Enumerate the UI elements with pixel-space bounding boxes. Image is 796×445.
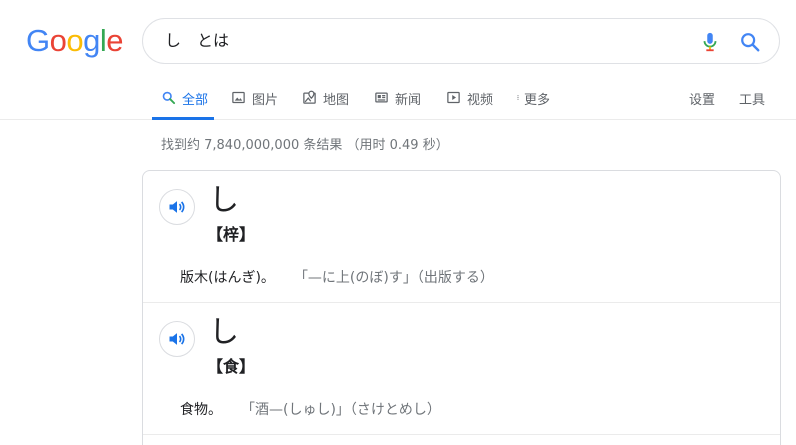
speaker-icon — [169, 333, 185, 345]
tab-label: 设置 — [689, 93, 716, 108]
tab-settings[interactable]: 设置 — [689, 80, 715, 120]
dictionary-entry: し 【食】 食物。 「酒—(しゅし)」（さけとめし） — [143, 303, 780, 435]
search-input[interactable] — [165, 19, 685, 63]
headword: し — [209, 183, 239, 218]
definition: 版木(はんぎ)。 「—に上(のぼ)す」（出版する） — [180, 267, 494, 287]
tab-label: 新闻 — [395, 93, 422, 108]
logo-letter: o — [66, 23, 84, 58]
logo-letter: e — [106, 23, 124, 58]
microphone-icon[interactable] — [699, 30, 721, 54]
definition: 食物。 「酒—(しゅし)」（さけとめし） — [180, 399, 441, 419]
image-icon — [232, 91, 245, 104]
tab-more[interactable]: 更多 — [515, 80, 550, 120]
dictionary-card: し 【梓】 版木(はんぎ)。 「—に上(のぼ)す」（出版する） し 【食】 食物。… — [142, 170, 781, 445]
tab-news[interactable]: 新闻 — [374, 80, 421, 120]
more-vert-icon — [517, 95, 519, 100]
kanji-notation: 【梓】 — [207, 225, 256, 244]
search-icon[interactable] — [739, 31, 761, 53]
dictionary-entry: し 【梓】 版木(はんぎ)。 「—に上(のぼ)す」（出版する） — [143, 171, 780, 303]
tab-tools[interactable]: 工具 — [739, 80, 765, 120]
search-box — [142, 18, 780, 64]
tab-images[interactable]: 图片 — [231, 80, 278, 120]
search-icon — [162, 91, 176, 105]
tab-label: 地图 — [323, 93, 350, 108]
tab-maps[interactable]: 地图 — [302, 80, 349, 120]
tab-videos[interactable]: 视频 — [446, 80, 493, 120]
speaker-icon — [169, 201, 185, 213]
play-icon — [447, 91, 460, 104]
tab-label: 视频 — [467, 93, 494, 108]
map-icon — [303, 90, 316, 104]
news-icon — [375, 92, 388, 103]
definition-text: 版木(はんぎ)。 — [180, 270, 275, 286]
tab-all[interactable]: 全部 — [152, 80, 215, 120]
kanji-notation: 【食】 — [207, 357, 256, 376]
headword: し — [209, 315, 239, 350]
logo-letter: o — [49, 23, 67, 58]
tab-label: 工具 — [739, 93, 766, 108]
search-results-page: Google 全部 图片 — [0, 0, 796, 445]
definition-text: 食物。 — [180, 402, 222, 418]
logo-letter: G — [26, 23, 50, 58]
usage-example: 「—に上(のぼ)す」（出版する） — [300, 270, 494, 286]
search-tabs: 全部 图片 地图 新闻 视频 更多 设置 工具 — [0, 80, 796, 120]
google-logo[interactable]: Google — [26, 23, 124, 59]
pronounce-button[interactable] — [159, 189, 195, 225]
tab-label: 图片 — [252, 93, 279, 108]
tab-label: 全部 — [182, 93, 209, 108]
tab-label: 更多 — [524, 93, 551, 108]
result-stats: 找到约 7,840,000,000 条结果 （用时 0.49 秒） — [161, 138, 449, 153]
logo-letter: g — [83, 23, 100, 58]
pronounce-button[interactable] — [159, 321, 195, 357]
usage-example: 「酒—(しゅし)」（さけとめし） — [248, 402, 441, 418]
